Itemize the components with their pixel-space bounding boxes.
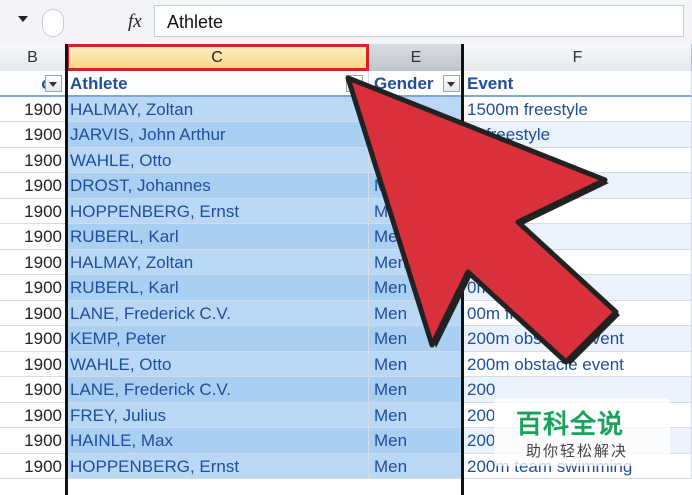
- cell-year[interactable]: 1900: [0, 249, 66, 275]
- cell-gender[interactable]: Men: [369, 326, 464, 352]
- watermark-logo: 百科全说 助你轻松解决: [494, 398, 670, 466]
- column-header-row: B C E F: [0, 44, 692, 72]
- cell-event[interactable]: m freestyle: [464, 122, 692, 148]
- table-row: 1900 KEMP, Peter Men 200m obstacle event: [0, 326, 692, 352]
- cell-gender[interactable]: M: [369, 147, 464, 173]
- cell-gender[interactable]: Men: [369, 428, 464, 454]
- cell-athlete[interactable]: WAHLE, Otto: [66, 147, 369, 173]
- formula-bar-splitter[interactable]: [42, 9, 64, 37]
- cell-athlete[interactable]: LANE, Frederick C.V.: [66, 377, 369, 403]
- column-header-b[interactable]: B: [0, 44, 66, 71]
- header-event-label: Event: [467, 74, 514, 93]
- table-row: 1900 RUBERL, Karl Men 0m fr: [0, 275, 692, 301]
- cell-gender[interactable]: Men: [369, 377, 464, 403]
- table-row: 1900 HALMAY, Zoltan Men: [0, 249, 692, 275]
- watermark-title: 百科全说: [516, 410, 625, 440]
- cell-year[interactable]: 1900: [0, 428, 66, 454]
- table-row: 1900 WAHLE, Otto Mle: [0, 147, 692, 173]
- filter-dropdown-icon[interactable]: [443, 75, 460, 92]
- table-row: 1900 HOPPENBERG, Ernst Men kstroke: [0, 198, 692, 224]
- table-row: 1900 WAHLE, Otto Men 200m obstacle event: [0, 351, 692, 377]
- cell-athlete[interactable]: FREY, Julius: [66, 402, 369, 428]
- cell-event[interactable]: 200m obstacle event: [464, 351, 692, 377]
- filter-dropdown-icon[interactable]: [346, 75, 363, 92]
- filter-dropdown-icon[interactable]: [45, 75, 62, 92]
- cell-gender[interactable]: Men: [369, 300, 464, 326]
- cell-year[interactable]: 1900: [0, 402, 66, 428]
- cell-year[interactable]: 1900: [0, 453, 66, 479]
- cell-athlete[interactable]: DROST, Johannes: [66, 173, 369, 199]
- cell-gender[interactable]: Men: [369, 249, 464, 275]
- formula-input[interactable]: Athlete: [154, 5, 684, 37]
- cell-event[interactable]: 200m obstacle event: [464, 326, 692, 352]
- cell-gender[interactable]: Men: [369, 198, 464, 224]
- cell-gender[interactable]: Men: [369, 453, 464, 479]
- column-header-f[interactable]: F: [464, 44, 692, 71]
- cell-athlete[interactable]: HALMAY, Zoltan: [66, 96, 369, 122]
- cell-athlete[interactable]: RUBERL, Karl: [66, 275, 369, 301]
- cell-event[interactable]: [464, 173, 692, 199]
- cell-event[interactable]: 1500m freestyle: [464, 96, 692, 122]
- cell-athlete[interactable]: HALMAY, Zoltan: [66, 249, 369, 275]
- header-gender-label: Gender: [374, 74, 434, 93]
- table-row: 1900 LANE, Frederick C.V. Men 00m frees: [0, 300, 692, 326]
- cell-athlete[interactable]: WAHLE, Otto: [66, 351, 369, 377]
- insert-function-icon[interactable]: fx: [128, 11, 142, 33]
- formula-value: Athlete: [167, 12, 224, 32]
- cell-athlete[interactable]: HOPPENBERG, Ernst: [66, 453, 369, 479]
- cell-gender[interactable]: Men: [369, 275, 464, 301]
- header-cell-event[interactable]: Event: [464, 71, 692, 97]
- cell-athlete[interactable]: KEMP, Peter: [66, 326, 369, 352]
- table-header-row: on Athlete Gender Event: [0, 71, 692, 97]
- cell-athlete[interactable]: HAINLE, Max: [66, 428, 369, 454]
- watermark-subtitle: 助你轻松解决: [526, 442, 629, 460]
- cell-year[interactable]: 1900: [0, 198, 66, 224]
- cell-year[interactable]: 1900: [0, 326, 66, 352]
- cell-year[interactable]: 1900: [0, 96, 66, 122]
- header-cell-year[interactable]: on: [0, 71, 66, 97]
- cell-year[interactable]: 1900: [0, 275, 66, 301]
- cell-year[interactable]: 1900: [0, 147, 66, 173]
- header-athlete-label: Athlete: [70, 74, 128, 93]
- name-box-dropdown-icon[interactable]: [18, 16, 28, 22]
- cell-event[interactable]: troke: [464, 224, 692, 250]
- cell-athlete[interactable]: RUBERL, Karl: [66, 224, 369, 250]
- cell-year[interactable]: 1900: [0, 300, 66, 326]
- table-row: 1900 RUBERL, Karl Men troke: [0, 224, 692, 250]
- cell-gender[interactable]: Men: [369, 173, 464, 199]
- column-header-e[interactable]: E: [369, 44, 464, 71]
- cell-gender[interactable]: Men: [369, 224, 464, 250]
- cell-gender[interactable]: Men: [369, 351, 464, 377]
- cell-year[interactable]: 1900: [0, 173, 66, 199]
- table-row: 1900 DROST, Johannes Men: [0, 173, 692, 199]
- column-header-c[interactable]: C: [66, 44, 369, 71]
- cell-athlete[interactable]: LANE, Frederick C.V.: [66, 300, 369, 326]
- cell-event[interactable]: le: [464, 147, 692, 173]
- formula-bar: fx Athlete: [0, 0, 692, 45]
- cell-year[interactable]: 1900: [0, 351, 66, 377]
- cell-event[interactable]: kstroke: [464, 198, 692, 224]
- cell-event[interactable]: [464, 249, 692, 275]
- cell-gender[interactable]: [369, 96, 464, 122]
- cell-event[interactable]: 00m frees: [464, 300, 692, 326]
- header-cell-athlete[interactable]: Athlete: [66, 71, 369, 97]
- cell-year[interactable]: 1900: [0, 377, 66, 403]
- cell-event[interactable]: 0m fr: [464, 275, 692, 301]
- cell-athlete[interactable]: HOPPENBERG, Ernst: [66, 198, 369, 224]
- cell-gender[interactable]: Men: [369, 402, 464, 428]
- cell-year[interactable]: 1900: [0, 122, 66, 148]
- header-cell-gender[interactable]: Gender: [369, 71, 464, 97]
- table-row: 1900 HALMAY, Zoltan 1500m freestyle: [0, 96, 692, 122]
- cell-athlete[interactable]: JARVIS, John Arthur: [66, 122, 369, 148]
- selection-border-right: [461, 44, 464, 495]
- table-row: 1900 JARVIS, John Arthur m freestyle: [0, 122, 692, 148]
- cell-year[interactable]: 1900: [0, 224, 66, 250]
- cell-gender[interactable]: [369, 122, 464, 148]
- selection-border-left: [65, 44, 68, 495]
